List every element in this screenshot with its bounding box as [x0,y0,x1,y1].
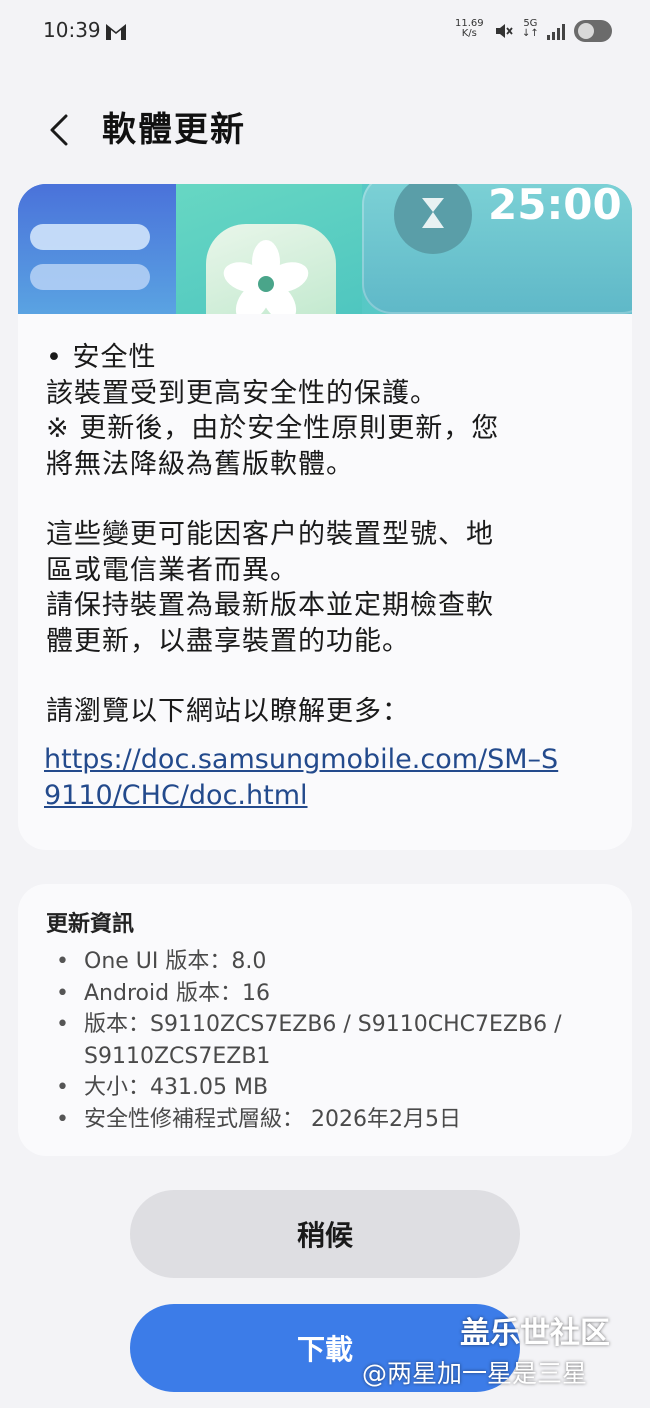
note-line-2: 將無法降級為舊版軟體。 [46,448,354,480]
learn-more-text: 請瀏覽以下網站以瞭解更多： [46,696,410,727]
later-button[interactable]: 稍候 [130,1190,520,1278]
update-info-title: 更新資訊 [46,912,135,937]
list-item: 大小：431.05 MB [56,1072,616,1104]
update-info-list: One UI 版本：8.0 Android 版本：16 版本：S9110ZCS7… [56,946,616,1135]
app-flower-icon [206,224,336,314]
mute-icon [496,24,513,38]
banner-image: 25:00 [18,184,632,314]
network-type: 5G ↓↑ [522,18,539,39]
watermark-handle: @两星加一星是三星 [362,1359,588,1388]
list-item: Android 版本：16 [56,978,616,1010]
release-notes-text: • 安全性 該裝置受到更高安全性的保護。 ※ 更新後，由於安全性原則更新，您 將… [46,340,606,730]
back-button[interactable] [40,106,84,154]
status-time: 10:39 [43,18,101,42]
list-item: 版本：S9110ZCS7EZB6 / S9110CHC7EZB6 / S9110… [56,1009,616,1072]
update-info-card: 更新資訊 One UI 版本：8.0 Android 版本：16 版本：S911… [18,884,632,1156]
variance-line-1: 這些變更可能因客户的裝置型號、地 [46,519,494,550]
page-title: 軟體更新 [102,110,246,150]
release-notes-card: 25:00 • 安全性 該裝置受到更高安全性的保護。 ※ 更新後，由於安全性原則… [18,184,632,850]
status-bar: 10:39 11.69 K/s 5G ↓↑ [0,0,650,64]
watermark-title: 盖乐世社区 [460,1316,610,1351]
variance-line-2: 區或電信業者而異。 [46,554,298,586]
keep-updated-line-1: 請保持裝置為最新版本並定期檢查軟 [46,590,494,621]
network-speed: 11.69 K/s [455,18,484,39]
gmail-icon [106,24,126,40]
list-item: 安全性修補程式層級： 2026年2月5日 [56,1104,616,1136]
hourglass-icon [394,184,472,254]
security-line: 該裝置受到更高安全性的保護。 [46,377,438,409]
signal-icon [547,24,565,40]
battery-toggle-icon [574,20,612,42]
security-heading: • 安全性 [46,342,157,373]
note-line-1: ※ 更新後，由於安全性原則更新，您 [46,413,500,444]
list-item: One UI 版本：8.0 [56,946,616,978]
docs-link[interactable]: https://doc.samsungmobile.com/SM–S9110/C… [44,742,564,814]
keep-updated-line-2: 體更新，以盡享裝置的功能。 [46,625,410,657]
banner-timer-text: 25:00 [488,184,622,229]
